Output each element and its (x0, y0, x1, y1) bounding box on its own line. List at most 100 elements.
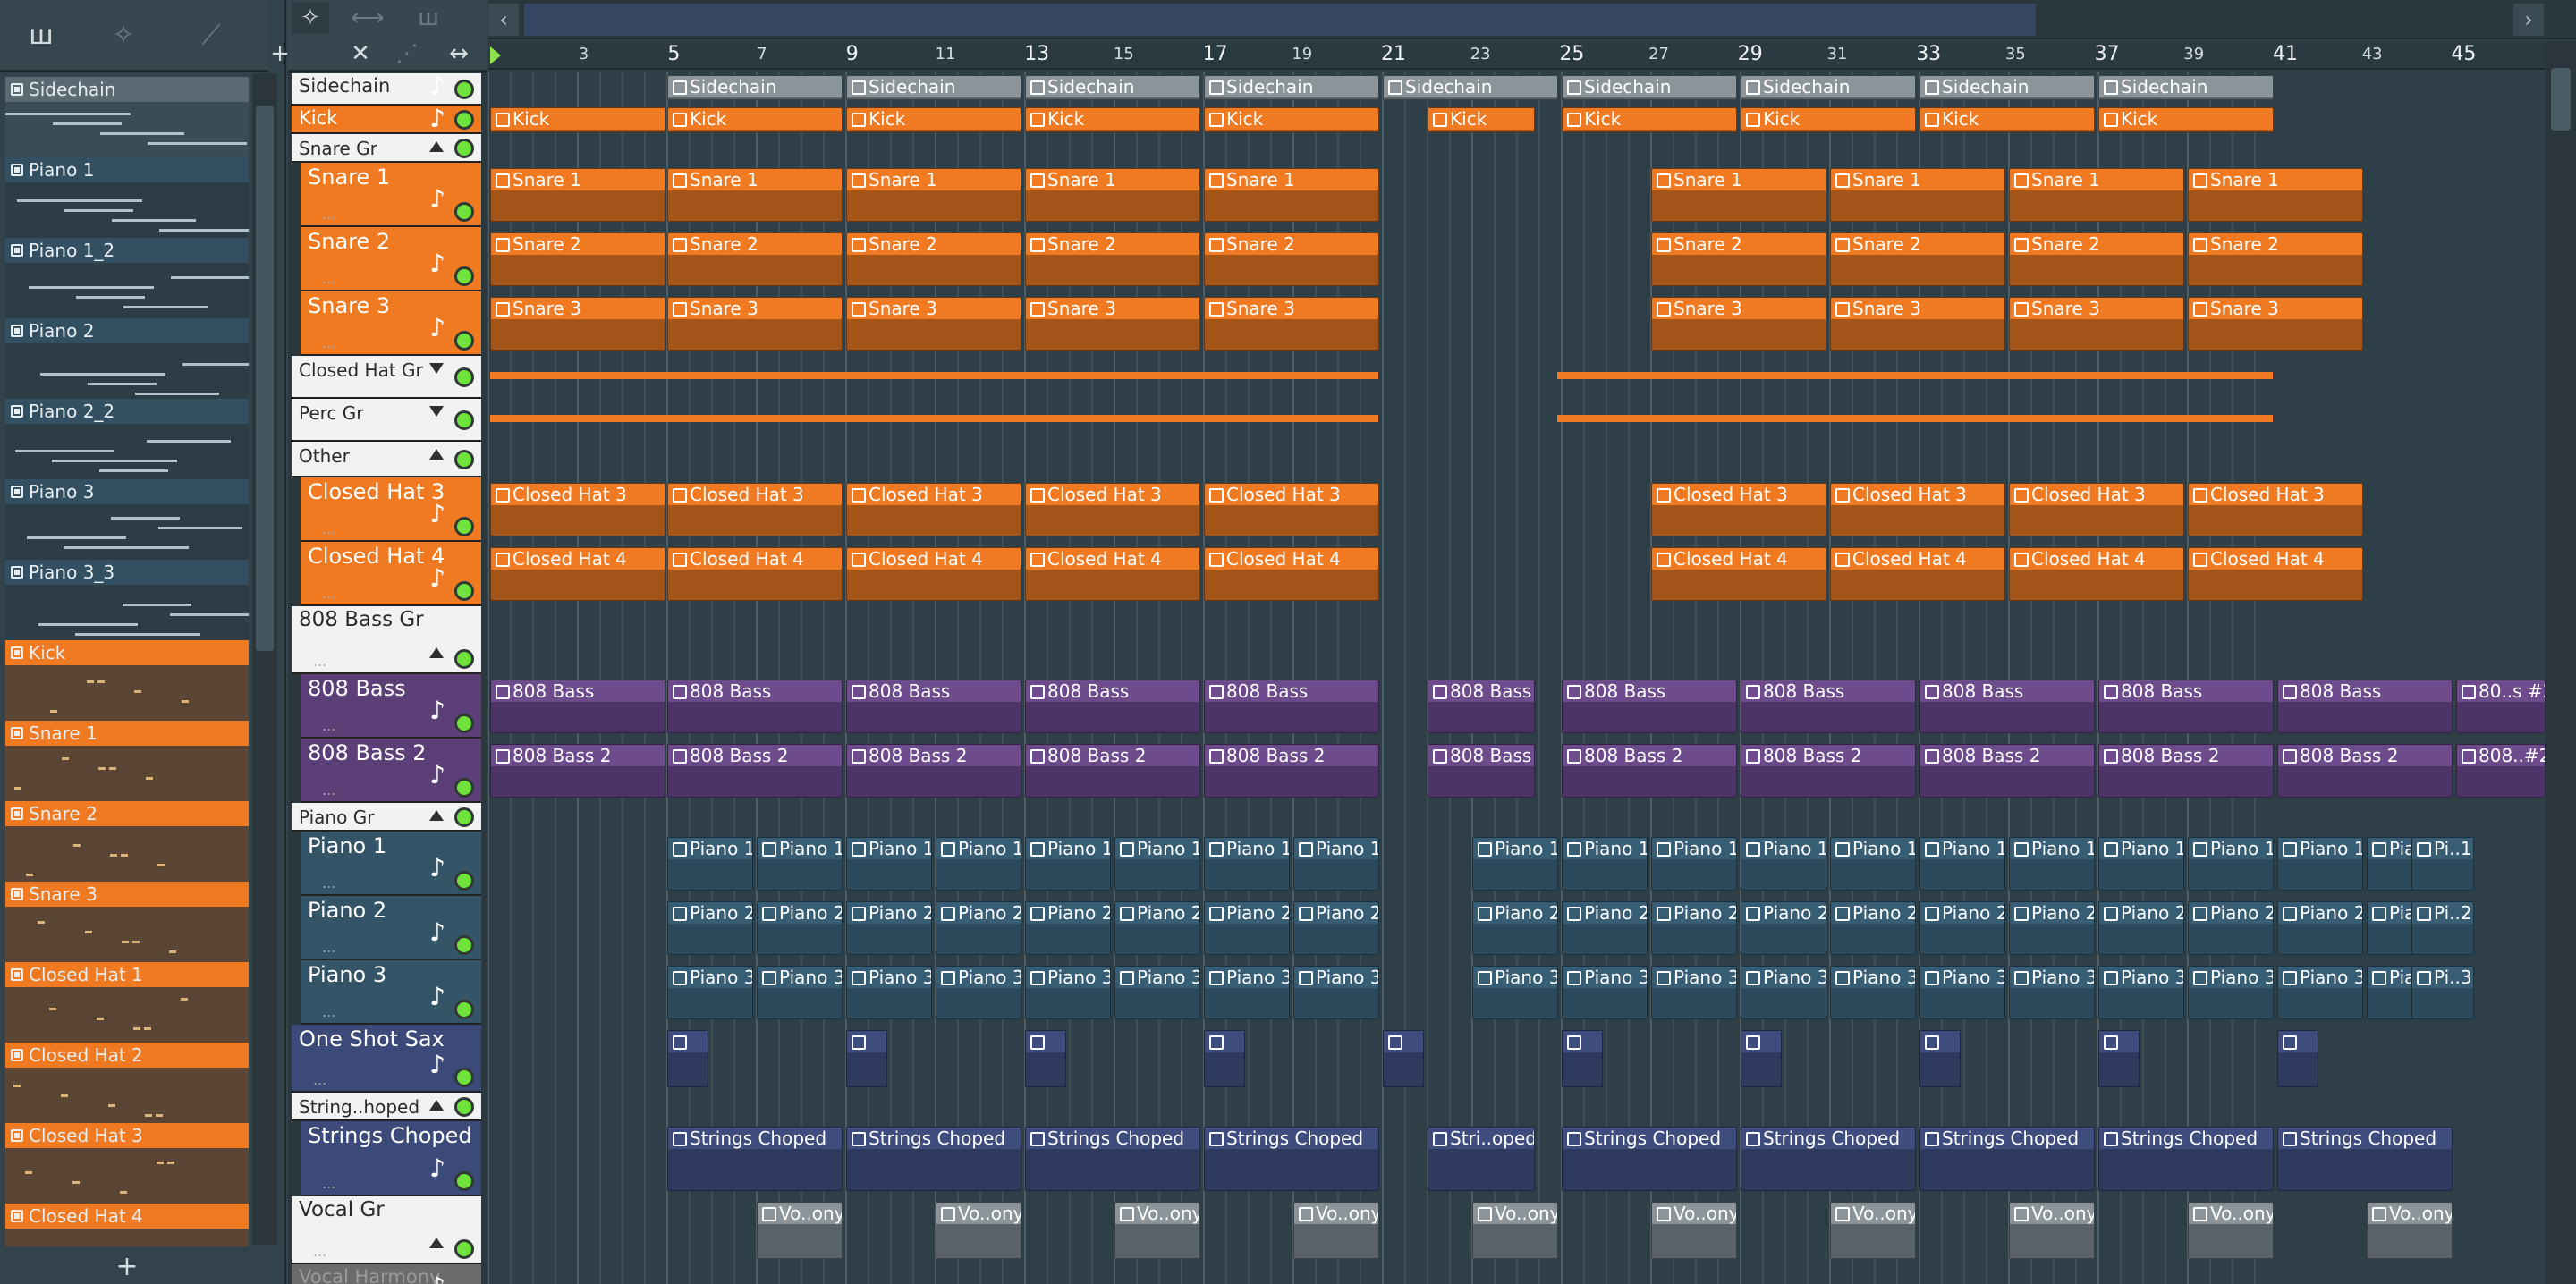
overview-bar[interactable]: ‹ › (488, 0, 2576, 39)
track-header[interactable]: Sidechain ♪ (292, 72, 481, 106)
pattern-clip[interactable]: Piano 2 (2277, 901, 2363, 955)
collapse-arrow-icon[interactable] (429, 647, 444, 658)
pattern-clip[interactable]: Vo..ony (2188, 1202, 2274, 1259)
track-more-icon[interactable]: ... (322, 717, 335, 734)
pattern-clip[interactable]: Kick (1562, 107, 1737, 132)
link-tool-icon[interactable]: ⟷ (349, 2, 386, 34)
track-more-icon[interactable]: ... (322, 874, 335, 891)
pattern-clip[interactable]: Snare 2 (2009, 232, 2184, 286)
scroll-right-arrow-icon[interactable]: › (2513, 4, 2544, 36)
pattern-clip[interactable]: Piano 3 (2277, 966, 2363, 1019)
track-header[interactable]: 808 Bass 2 ♪... (301, 739, 481, 803)
pattern-clip[interactable]: Piano 2 (936, 901, 1021, 955)
track-header[interactable]: 808 Bass Gr... (292, 606, 481, 674)
pattern-clip[interactable]: Snare 1 (667, 168, 843, 222)
pattern-clip[interactable]: Piano 3 (1741, 966, 1826, 1019)
pattern-clip[interactable]: 808 Bass 2 (1562, 744, 1737, 798)
track-mute-led[interactable] (454, 410, 474, 430)
pattern-clip[interactable]: Piano 1 (1114, 837, 1200, 891)
pattern-clip[interactable]: 808 Bass 2 (1204, 744, 1379, 798)
pattern-clip[interactable]: Kick (1428, 107, 1535, 132)
picker-item[interactable]: Closed Hat 3 (5, 1123, 249, 1204)
pattern-clip[interactable]: Sidechain (1562, 75, 1737, 100)
track-header[interactable]: Other (292, 442, 481, 477)
pattern-clip[interactable]: Sidechain (846, 75, 1021, 100)
pattern-clip[interactable]: Snare 2 (846, 232, 1021, 286)
pattern-clip[interactable]: Snare 3 (1830, 297, 2005, 351)
pattern-clip[interactable]: 80..s #2 (2456, 680, 2546, 733)
pattern-clip[interactable]: Closed Hat 3 (1651, 483, 1826, 536)
pattern-clip[interactable]: Piano 1 (2009, 837, 2095, 891)
pattern-clip[interactable]: 808 Bass 2 (1025, 744, 1200, 798)
pattern-clip[interactable]: Kick (490, 107, 665, 132)
pattern-clip[interactable]: Snare 2 (1204, 232, 1379, 286)
pattern-clip[interactable]: Snare 1 (2009, 168, 2184, 222)
pattern-clip[interactable]: Snare 1 (846, 168, 1021, 222)
pattern-clip[interactable]: Piano 1 (1562, 837, 1648, 891)
pattern-clip[interactable]: 808 Bass 2 (2098, 744, 2274, 798)
track-more-icon[interactable]: ... (322, 334, 335, 351)
track-more-icon[interactable]: ... (322, 585, 335, 602)
pattern-clip[interactable] (1383, 1030, 1424, 1087)
pattern-clip[interactable]: Piano 3 (2188, 966, 2274, 1019)
track-header[interactable]: Closed Hat Gr (292, 356, 481, 399)
pattern-clip[interactable]: Piano 2 (2098, 901, 2184, 955)
collapse-arrow-icon[interactable] (429, 810, 444, 821)
track-mute-led[interactable] (454, 80, 474, 99)
picker-item[interactable]: Piano 1_2 (5, 238, 249, 318)
pattern-clip[interactable]: Vo..ony (1472, 1202, 1558, 1259)
pattern-clip[interactable]: Sidechain (1025, 75, 1200, 100)
track-header[interactable]: Snare Gr (292, 134, 481, 163)
pattern-clip[interactable]: Piano 1 (1293, 837, 1379, 891)
track-mute-led[interactable] (454, 517, 474, 536)
track-mute-led[interactable] (454, 714, 474, 733)
track-header[interactable]: Vocal Harmony♪... (292, 1264, 481, 1284)
track-more-icon[interactable]: ... (322, 939, 335, 956)
picker-item[interactable]: Closed Hat 1 (5, 962, 249, 1043)
track-mute-led[interactable] (454, 266, 474, 286)
pattern-clip[interactable]: Strings Choped (1025, 1127, 1200, 1191)
pattern-clip[interactable]: Vo..ony (1651, 1202, 1737, 1259)
picker-item[interactable]: Piano 2 (5, 318, 249, 399)
pattern-clip[interactable]: Piano 3 (667, 966, 753, 1019)
collapse-arrow-icon[interactable] (429, 141, 444, 152)
picker-item[interactable]: Piano 3_3 (5, 560, 249, 640)
track-mute-led[interactable] (454, 1239, 474, 1259)
pattern-clip[interactable]: Snare 3 (2188, 297, 2363, 351)
picker-item[interactable]: Piano 2_2 (5, 399, 249, 479)
pattern-clip[interactable]: Piano 1 (1472, 837, 1558, 891)
picker-grab-tool-icon[interactable]: ш (18, 16, 64, 55)
pattern-clip[interactable]: Sidechain (2098, 75, 2274, 100)
scroll-left-arrow-icon[interactable]: ‹ (488, 4, 519, 36)
track-mute-led[interactable] (454, 110, 474, 130)
pattern-clip[interactable]: Snare 2 (1830, 232, 2005, 286)
bar-ruler[interactable]: 3 5 7 9 11 13 15 17 19 21 23 25 27 29 31 33 35 37 39 41 43 45 (488, 41, 2546, 70)
pattern-clip[interactable]: Strings Choped (1562, 1127, 1737, 1191)
pattern-clip[interactable]: Closed Hat 3 (2009, 483, 2184, 536)
pattern-clip[interactable]: Piano 2 (1204, 901, 1290, 955)
pattern-clip[interactable]: Piano 2 (1293, 901, 1379, 955)
track-header[interactable]: Perc Gr (292, 399, 481, 442)
track-header[interactable]: Piano 3 ♪... (301, 960, 481, 1025)
add-track-button[interactable]: + (261, 38, 299, 70)
pattern-clip[interactable]: Kick (1741, 107, 1916, 132)
pattern-clip[interactable]: Piano 1 (667, 837, 753, 891)
pattern-clip[interactable]: Strings Choped (2098, 1127, 2274, 1191)
pattern-clip[interactable]: Piano 3 (1472, 966, 1558, 1019)
pattern-clip[interactable] (1741, 1030, 1782, 1087)
pattern-clip[interactable]: Piano 3 (1204, 966, 1290, 1019)
track-mute-led[interactable] (454, 1097, 474, 1117)
picker-item[interactable]: Sidechain (5, 77, 249, 157)
pattern-clip[interactable]: Piano 2 (1741, 901, 1826, 955)
track-mute-led[interactable] (454, 367, 474, 387)
pattern-clip[interactable]: Closed Hat 3 (1204, 483, 1379, 536)
track-header[interactable]: Strings Choped ♪... (301, 1121, 481, 1196)
pattern-clip[interactable]: Piano 1 (2188, 837, 2274, 891)
pattern-clip[interactable]: Vo..ony (1830, 1202, 1916, 1259)
pattern-clip[interactable]: Piano 1 (1025, 837, 1111, 891)
pattern-clip[interactable]: Closed Hat 4 (667, 547, 843, 601)
pattern-clip[interactable]: Closed Hat 3 (846, 483, 1021, 536)
pattern-clip[interactable]: Vo..ony (1114, 1202, 1200, 1259)
track-header[interactable]: Vocal Gr... (292, 1196, 481, 1264)
pattern-clip[interactable]: Piano 3 (846, 966, 932, 1019)
